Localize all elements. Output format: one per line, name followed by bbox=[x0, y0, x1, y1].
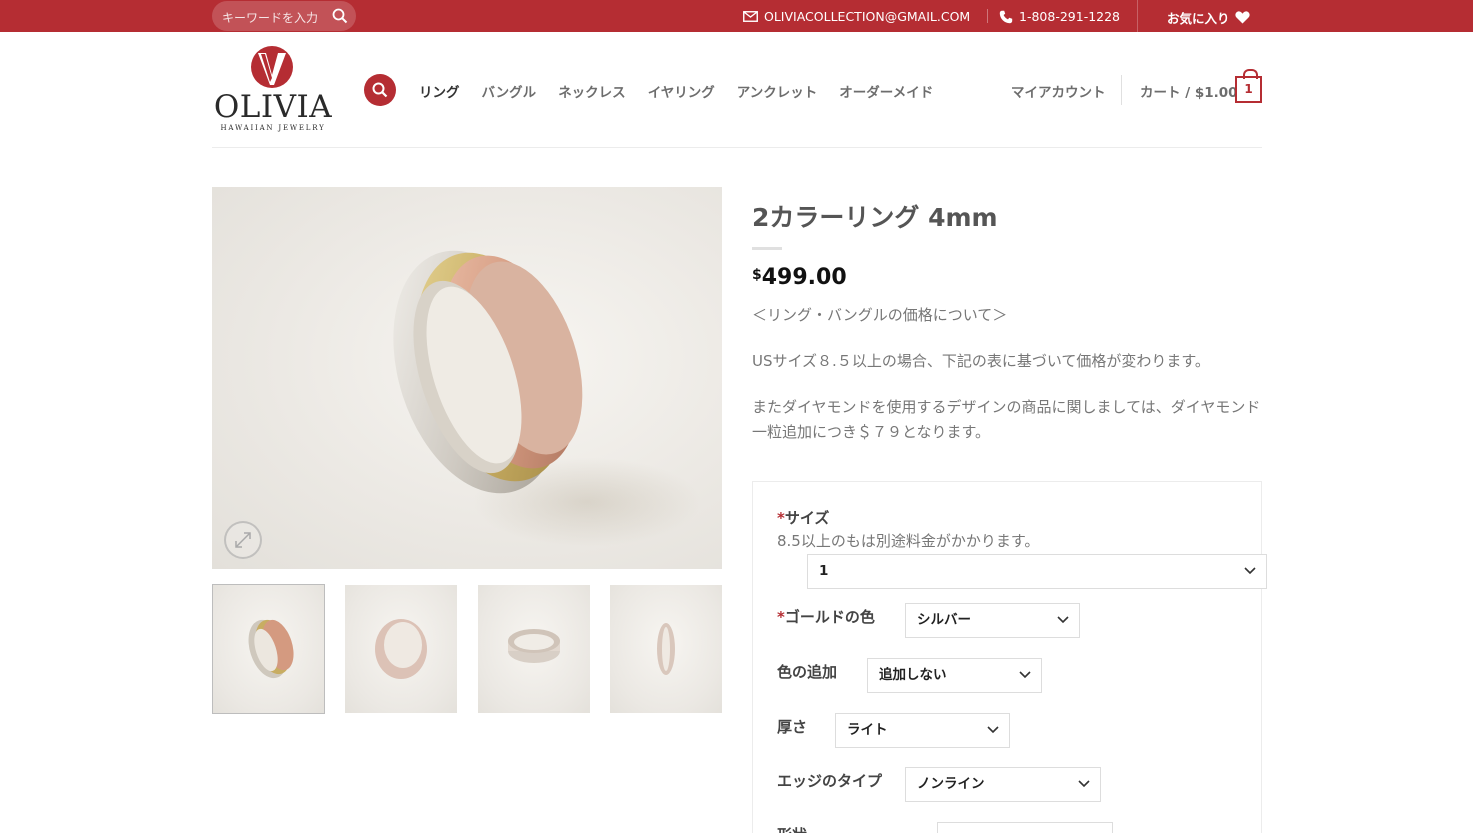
nav-item-rings[interactable]: リング bbox=[419, 81, 460, 101]
product-main-image[interactable] bbox=[212, 187, 722, 569]
nav-item-necklaces[interactable]: ネックレス bbox=[558, 81, 626, 101]
gold-color-label: *ゴールドの色 bbox=[777, 606, 875, 627]
thickness-select[interactable]: ライト bbox=[835, 713, 1010, 748]
phone-text: 1-808-291-1228 bbox=[1019, 9, 1121, 24]
product-price: $499.00 bbox=[752, 265, 847, 290]
chevron-down-icon bbox=[1078, 780, 1090, 788]
thumbnail-2[interactable] bbox=[345, 585, 457, 713]
ring-image bbox=[393, 250, 583, 494]
size-label: *サイズ bbox=[777, 507, 829, 528]
thickness-select-value: ライト bbox=[847, 722, 888, 738]
header-search-button[interactable] bbox=[364, 74, 396, 106]
my-account-link[interactable]: マイアカウント bbox=[1011, 81, 1106, 101]
price-amount: 499.00 bbox=[761, 265, 847, 290]
nav-item-bangles[interactable]: バングル bbox=[482, 81, 537, 101]
search-icon[interactable] bbox=[332, 8, 348, 24]
edge-type-label: エッジのタイプ bbox=[777, 772, 883, 790]
search-icon bbox=[372, 82, 388, 98]
main-nav: リング バングル ネックレス イヤリング アンクレット オーダーメイド bbox=[419, 81, 933, 101]
size-select[interactable]: 1 bbox=[807, 554, 1267, 589]
logo-text: OLIVIA bbox=[213, 89, 333, 125]
price-currency: $ bbox=[752, 267, 762, 283]
divider bbox=[1121, 75, 1122, 105]
chevron-down-icon bbox=[1019, 671, 1031, 679]
description-heading: ＜リング・バングルの価格について＞ bbox=[752, 306, 1008, 324]
thumbnail-4[interactable] bbox=[610, 585, 722, 713]
logo-emblem-icon bbox=[251, 46, 293, 88]
email-text: OLIVIACOLLECTION@GMAIL.COM bbox=[764, 9, 971, 24]
nav-item-anklets[interactable]: アンクレット bbox=[737, 81, 817, 101]
nav-item-custom-order[interactable]: オーダーメイド bbox=[839, 81, 933, 101]
divider bbox=[987, 9, 988, 23]
required-mark: * bbox=[777, 509, 785, 527]
top-search-input[interactable]: キーワードを入力 bbox=[222, 9, 318, 26]
cart-link[interactable]: カート / $1.00 bbox=[1140, 81, 1238, 101]
color-add-select[interactable]: 追加しない bbox=[867, 658, 1042, 693]
color-add-select-value: 追加しない bbox=[879, 667, 947, 683]
gold-color-select[interactable]: シルバー bbox=[905, 603, 1080, 638]
phone-icon bbox=[999, 10, 1013, 23]
divider bbox=[1137, 0, 1138, 32]
size-label-text: サイズ bbox=[784, 509, 830, 527]
chevron-down-icon bbox=[1244, 567, 1256, 575]
gold-color-select-value: シルバー bbox=[917, 612, 971, 628]
chevron-down-icon bbox=[987, 726, 999, 734]
email-link[interactable]: OLIVIACOLLECTION@GMAIL.COM bbox=[743, 9, 970, 24]
thumbnail-3[interactable] bbox=[478, 585, 590, 713]
site-logo[interactable]: OLIVIA HAWAIIAN JEWELRY bbox=[212, 45, 334, 135]
wishlist-link[interactable]: お気に入り bbox=[1167, 8, 1250, 27]
product-title: 2カラーリング 4mm bbox=[752, 203, 998, 232]
title-divider bbox=[752, 247, 782, 250]
gold-color-label-text: ゴールドの色 bbox=[784, 608, 875, 626]
shape-label: 形状 bbox=[777, 824, 807, 833]
thumbnail-ring-image bbox=[657, 623, 675, 675]
size-note: 8.5以上のもは別途料金がかかります。 bbox=[777, 532, 1040, 550]
logo-subtext: HAWAIIAN JEWELRY bbox=[220, 124, 326, 132]
wishlist-label: お気に入り bbox=[1167, 11, 1230, 26]
size-select-value: 1 bbox=[819, 563, 829, 579]
thumbnail-ring-image bbox=[248, 619, 294, 679]
envelope-icon bbox=[743, 11, 758, 22]
required-mark: * bbox=[777, 608, 785, 626]
zoom-button[interactable] bbox=[224, 521, 262, 559]
cart-count-badge[interactable]: 1 bbox=[1235, 69, 1262, 103]
thumbnail-ring-image bbox=[508, 629, 560, 663]
description-size-pricing: USサイズ８.５以上の場合、下記の表に基づいて価格が変わります。 bbox=[752, 352, 1210, 370]
nav-item-earrings[interactable]: イヤリング bbox=[648, 81, 715, 101]
thumbnail-ring-image bbox=[375, 619, 427, 679]
chevron-down-icon bbox=[1057, 616, 1069, 624]
thickness-label: 厚さ bbox=[777, 718, 808, 736]
color-add-label: 色の追加 bbox=[777, 663, 838, 681]
heart-icon bbox=[1234, 11, 1250, 24]
expand-icon bbox=[235, 532, 251, 548]
shape-select[interactable] bbox=[937, 822, 1113, 833]
thumbnail-1[interactable] bbox=[212, 584, 325, 714]
top-bar: キーワードを入力 OLIVIACOLLECTION@GMAIL.COM 1-80… bbox=[0, 0, 1473, 32]
edge-type-select-value: ノンライン bbox=[917, 776, 985, 792]
description-diamond-pricing: またダイヤモンドを使用するデザインの商品に関しましては、ダイヤモンド一粒追加につ… bbox=[752, 398, 1261, 441]
top-search-field[interactable]: キーワードを入力 bbox=[212, 1, 356, 31]
header-divider bbox=[212, 147, 1262, 148]
phone-link[interactable]: 1-808-291-1228 bbox=[999, 9, 1120, 24]
edge-type-select[interactable]: ノンライン bbox=[905, 767, 1101, 802]
